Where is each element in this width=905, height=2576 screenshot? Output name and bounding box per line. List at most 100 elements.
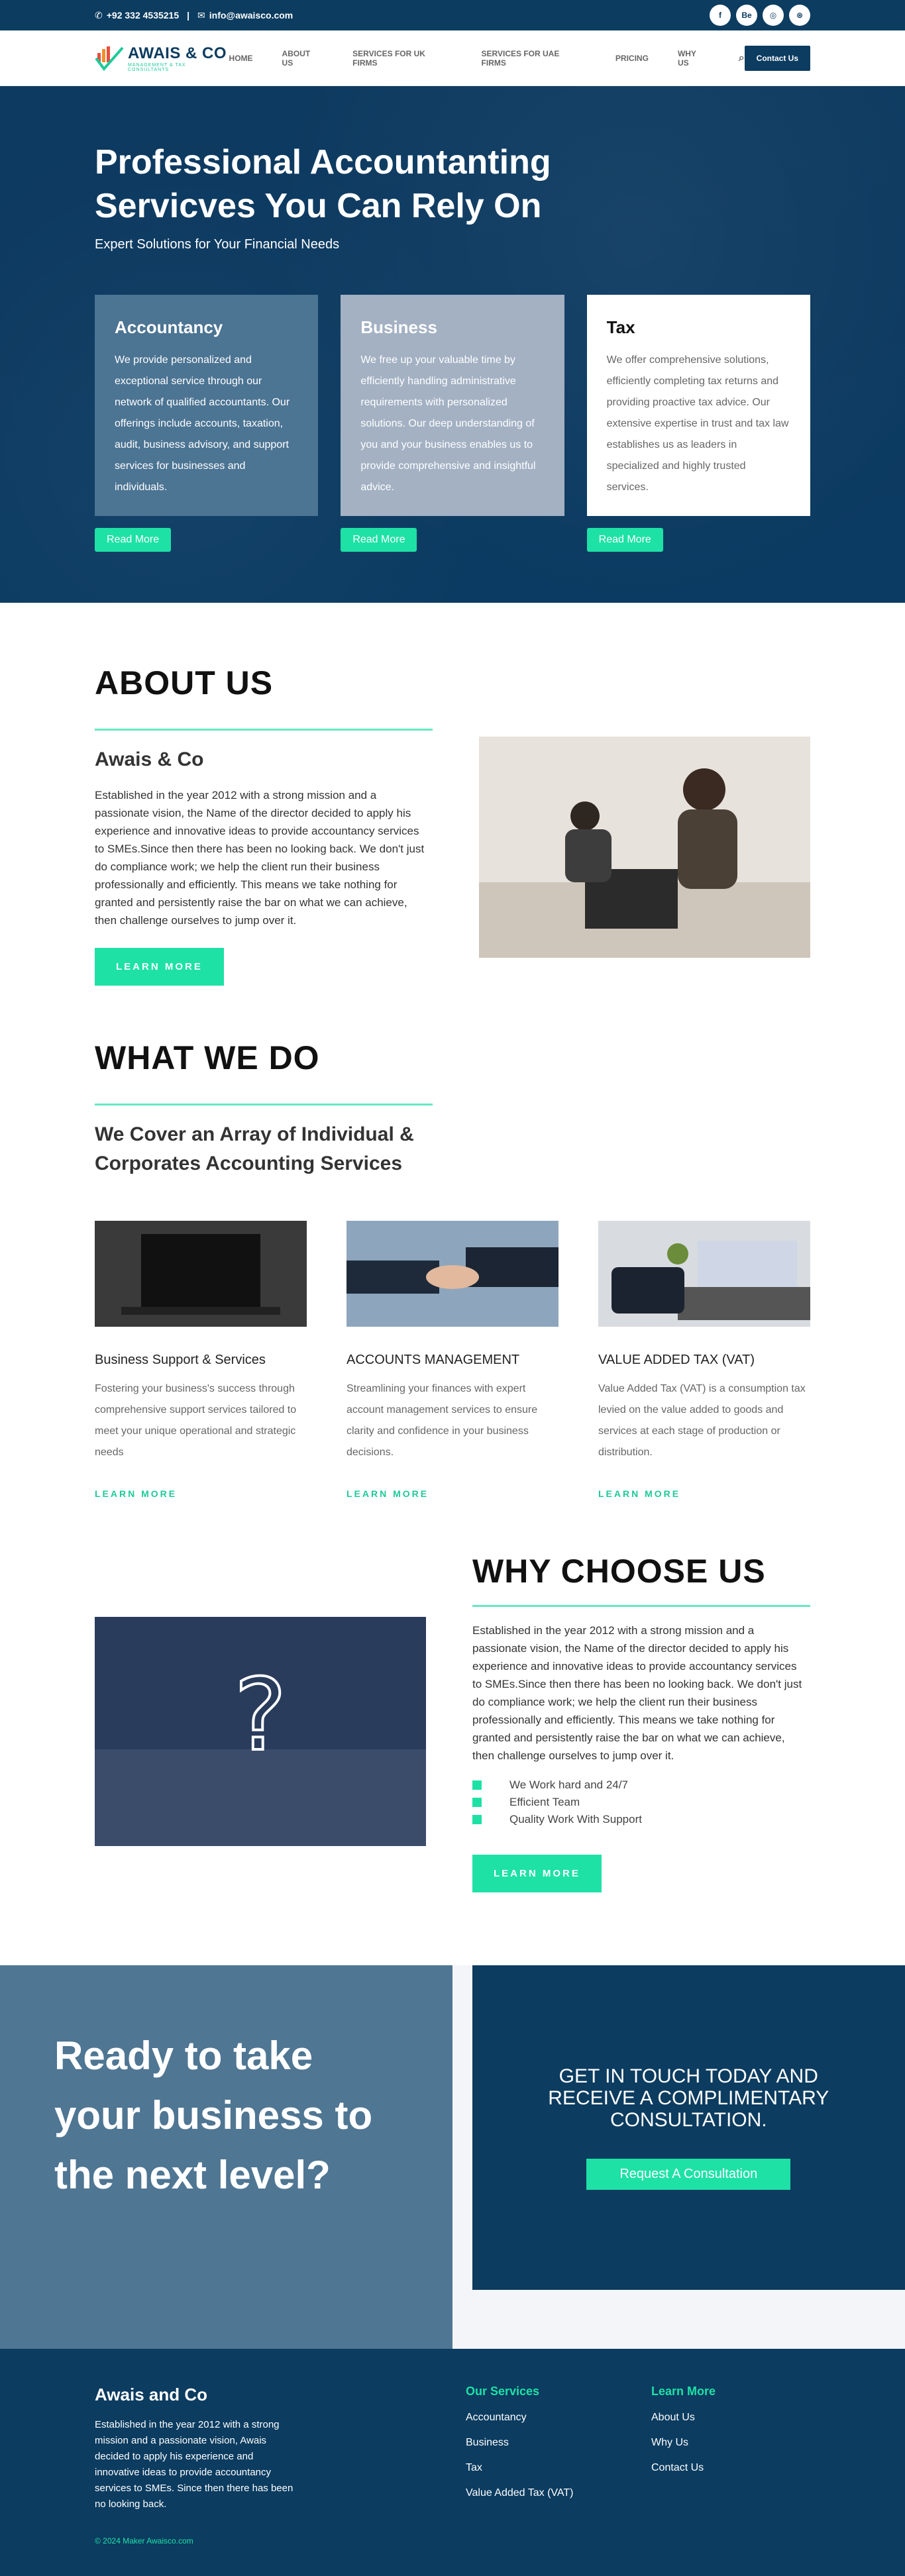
what-we-do-section: WHAT WE DO We Cover an Array of Individu…: [0, 986, 905, 1499]
bullet-icon: [472, 1815, 482, 1824]
service-text: Streamlining your finances with expert a…: [346, 1383, 538, 1458]
feature-list: We Work hard and 24/7 Efficient Team Qua…: [472, 1777, 810, 1828]
instagram-icon[interactable]: ◎: [763, 5, 784, 26]
footer-services: Our Services Accountancy Business Tax Va…: [466, 2385, 651, 2576]
footer-learn-title: Learn More: [651, 2385, 716, 2398]
card-business: Business We free up your valuable time b…: [341, 295, 564, 552]
services-grid: Business Support & Services Fostering yo…: [95, 1221, 810, 1499]
about-heading: ABOUT US: [95, 664, 274, 701]
card-text: We offer comprehensive solutions, effici…: [606, 354, 789, 493]
footer-about: Awais and Co Established in the year 201…: [95, 2385, 466, 2576]
feature-item: We Work hard and 24/7: [472, 1777, 810, 1794]
mail-icon: ✉: [197, 9, 205, 21]
footer-link-business[interactable]: Business: [466, 2437, 651, 2449]
feature-label: Quality Work With Support: [509, 1813, 642, 1826]
card-text: We provide personalized and exceptional …: [115, 354, 290, 493]
office-photo-illustration: [479, 737, 810, 958]
service-vat: VALUE ADDED TAX (VAT) Value Added Tax (V…: [598, 1221, 810, 1499]
email-address: info@awaisco.com: [209, 10, 293, 21]
footer-link-tax[interactable]: Tax: [466, 2462, 651, 2474]
cta-headline-panel: Ready to take your business to the next …: [0, 1965, 452, 2349]
site-header: AWAIS & CO MANAGEMENT & TAX CONSULTANTS …: [0, 30, 905, 86]
contact-us-button[interactable]: Contact Us: [744, 45, 810, 71]
about-subheading: Awais & Co: [95, 748, 204, 770]
social-links: f Be ◎ ⊛: [710, 5, 810, 26]
card-accountancy: Accountancy We provide personalized and …: [95, 295, 319, 552]
nav-item-services-uk[interactable]: SERVICES FOR UK FIRMS: [352, 49, 452, 68]
nav-item-home[interactable]: HOME: [229, 54, 253, 63]
service-text: Fostering your business's success throug…: [95, 1383, 297, 1458]
laptop-photo: [95, 1221, 307, 1327]
card-title: Business: [360, 317, 437, 337]
service-accounts-management: ACCOUNTS MANAGEMENT Streamlining your fi…: [346, 1221, 559, 1499]
logo-mark-icon: [95, 46, 124, 71]
email-link[interactable]: ✉ info@awaisco.com: [197, 10, 293, 21]
footer-link-why-us[interactable]: Why Us: [651, 2437, 810, 2449]
hero-section: Professional Accountanting Servicves You…: [0, 86, 905, 603]
footer-link-accountancy[interactable]: Accountancy: [466, 2412, 651, 2424]
logo-name: AWAIS & CO: [127, 44, 227, 62]
footer-copyright: © 2024 Maker Awaisco.com: [95, 2536, 193, 2546]
cta-box-text: GET IN TOUCH TODAY AND RECEIVE A COMPLIM…: [548, 2065, 829, 2131]
service-cards: Accountancy We provide personalized and …: [95, 295, 810, 552]
about-learn-more-button[interactable]: LEARN MORE: [95, 948, 224, 986]
card-text: We free up your valuable time by efficie…: [360, 354, 536, 493]
why-content: WHY CHOOSE US Established in the year 20…: [472, 1552, 810, 1892]
why-learn-more-button[interactable]: LEARN MORE: [472, 1855, 602, 1892]
what-we-do-subheading: We Cover an Array of Individual & Corpor…: [95, 1123, 414, 1174]
card-title: Accountancy: [115, 317, 223, 337]
nav-item-why-us[interactable]: WHY US: [678, 49, 710, 68]
facebook-icon[interactable]: f: [710, 5, 731, 26]
nav-item-services-uae[interactable]: SERVICES FOR UAE FIRMS: [482, 49, 586, 68]
service-business-support: Business Support & Services Fostering yo…: [95, 1221, 307, 1499]
hero-title: Professional Accountanting Servicves You…: [95, 143, 551, 225]
divider: |: [187, 10, 190, 21]
request-consultation-button[interactable]: Request A Consultation: [586, 2159, 791, 2190]
search-icon[interactable]: ⌕: [739, 52, 745, 64]
team-question-photo: ?: [95, 1617, 426, 1846]
footer-link-about-us[interactable]: About Us: [651, 2412, 810, 2424]
feature-label: Efficient Team: [509, 1796, 580, 1808]
logo-text: AWAIS & CO MANAGEMENT & TAX CONSULTANTS: [128, 44, 229, 72]
cta-headline: Ready to take your business to the next …: [54, 2034, 373, 2197]
why-choose-us-section: ? WHY CHOOSE US Established in the year …: [0, 1499, 905, 1965]
question-mark-icon: ?: [95, 1617, 426, 1846]
phone-number: +92 332 4535215: [106, 10, 180, 21]
divider-line: [472, 1605, 810, 1607]
divider-line: [95, 729, 433, 731]
card-tax: Tax We offer comprehensive solutions, ef…: [586, 295, 810, 552]
logo-tagline: MANAGEMENT & TAX CONSULTANTS: [127, 62, 186, 72]
phone-icon: ✆: [95, 9, 103, 21]
logo[interactable]: AWAIS & CO MANAGEMENT & TAX CONSULTANTS: [95, 44, 229, 73]
why-heading: WHY CHOOSE US: [472, 1553, 766, 1590]
feature-label: We Work hard and 24/7: [509, 1778, 628, 1791]
read-more-button[interactable]: Read More: [95, 528, 172, 552]
footer-link-contact-us[interactable]: Contact Us: [651, 2462, 810, 2474]
read-more-button[interactable]: Read More: [586, 528, 663, 552]
service-learn-more-link[interactable]: LEARN MORE: [598, 1488, 810, 1499]
hero-subtitle: Expert Solutions for Your Financial Need…: [95, 237, 340, 252]
about-section: ABOUT US Awais & Co Established in the y…: [0, 603, 905, 986]
phone-link[interactable]: ✆ +92 332 4535215: [95, 10, 179, 21]
footer-link-vat[interactable]: Value Added Tax (VAT): [466, 2487, 651, 2499]
read-more-button[interactable]: Read More: [341, 528, 417, 552]
footer-brand: Awais and Co: [95, 2385, 208, 2404]
service-text: Value Added Tax (VAT) is a consumption t…: [598, 1383, 806, 1458]
contact-info: ✆ +92 332 4535215 | ✉ info@awaisco.com: [95, 10, 293, 21]
nav-item-pricing[interactable]: PRICING: [615, 54, 649, 63]
behance-icon[interactable]: Be: [736, 5, 757, 26]
divider-line: [95, 1104, 433, 1106]
feature-item: Efficient Team: [472, 1794, 810, 1811]
top-bar: ✆ +92 332 4535215 | ✉ info@awaisco.com f…: [0, 0, 905, 30]
service-title: VALUE ADDED TAX (VAT): [598, 1353, 755, 1367]
bullet-icon: [472, 1798, 482, 1807]
service-learn-more-link[interactable]: LEARN MORE: [95, 1488, 307, 1499]
footer-about-text: Established in the year 2012 with a stro…: [95, 2419, 293, 2510]
cta-consultation-box: GET IN TOUCH TODAY AND RECEIVE A COMPLIM…: [472, 1965, 905, 2290]
why-body: Established in the year 2012 with a stro…: [472, 1624, 802, 1762]
dribbble-icon[interactable]: ⊛: [789, 5, 810, 26]
nav-item-about-us[interactable]: ABOUT US: [282, 49, 324, 68]
about-body: Established in the year 2012 with a stro…: [95, 789, 425, 927]
service-title: Business Support & Services: [95, 1353, 266, 1367]
service-learn-more-link[interactable]: LEARN MORE: [346, 1488, 559, 1499]
